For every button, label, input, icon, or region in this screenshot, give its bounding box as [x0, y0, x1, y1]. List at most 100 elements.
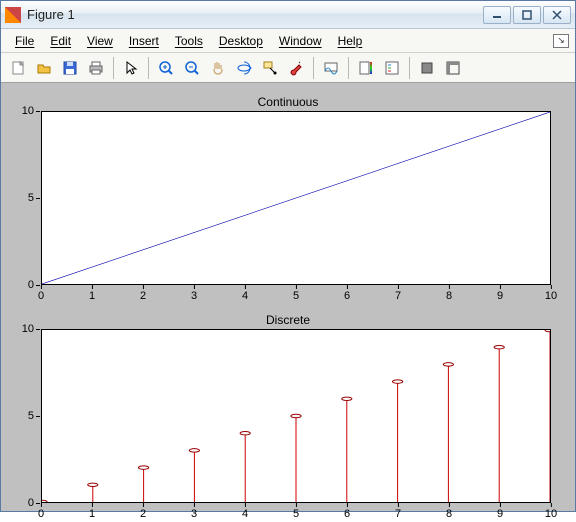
zoom-in-button[interactable]: [154, 56, 178, 80]
new-figure-button[interactable]: [6, 56, 30, 80]
x-tick-label: 0: [38, 290, 44, 302]
legend-button[interactable]: [380, 56, 404, 80]
x-tick-label: 4: [242, 508, 248, 520]
chart-title-continuous: Continuous: [9, 95, 567, 109]
toolbar: [1, 53, 575, 83]
minimize-button[interactable]: [483, 6, 511, 24]
open-button[interactable]: [32, 56, 56, 80]
maximize-icon: [522, 10, 532, 20]
close-button[interactable]: [543, 6, 571, 24]
titlebar: Figure 1: [1, 1, 575, 29]
window-title: Figure 1: [27, 7, 481, 22]
chart-discrete: Discrete 0510 012345678910: [9, 313, 567, 503]
rotate-3d-button[interactable]: [232, 56, 256, 80]
axes-discrete[interactable]: 0510 012345678910: [41, 329, 551, 503]
separator: [409, 57, 410, 79]
link-icon: [323, 60, 339, 76]
x-tick-label: 0: [38, 508, 44, 520]
x-tick-label: 2: [140, 290, 146, 302]
separator: [113, 57, 114, 79]
rotate-3d-icon: [236, 60, 252, 76]
legend-icon: [384, 60, 400, 76]
data-cursor-button[interactable]: [258, 56, 282, 80]
y-tick-label: 10: [10, 105, 34, 117]
x-tick-label: 6: [344, 290, 350, 302]
zoom-out-icon: [184, 60, 200, 76]
brush-icon: [288, 60, 304, 76]
x-tick-label: 10: [545, 290, 557, 302]
menu-insert[interactable]: Insert: [121, 32, 167, 50]
x-tick-label: 9: [497, 290, 503, 302]
hide-plot-tools-button[interactable]: [415, 56, 439, 80]
x-tick-label: 1: [89, 508, 95, 520]
separator: [348, 57, 349, 79]
x-ticks-continuous: 012345678910: [41, 286, 551, 304]
stem-marker: [189, 449, 199, 452]
y-tick-label: 0: [10, 497, 34, 509]
chart-continuous: Continuous 0510 012345678910: [9, 95, 567, 285]
x-tick-label: 10: [545, 508, 557, 520]
y-tick-label: 0: [10, 279, 34, 291]
y-ticks-discrete: 0510: [10, 329, 40, 503]
x-tick-label: 9: [497, 508, 503, 520]
brush-button[interactable]: [284, 56, 308, 80]
print-icon: [88, 60, 104, 76]
save-icon: [62, 60, 78, 76]
pan-button[interactable]: [206, 56, 230, 80]
menu-file[interactable]: File: [7, 32, 42, 50]
figure-canvas: Continuous 0510 012345678910 Discrete 05…: [1, 83, 575, 511]
zoom-out-button[interactable]: [180, 56, 204, 80]
y-tick-label: 5: [10, 192, 34, 204]
new-figure-icon: [10, 60, 26, 76]
axes-continuous[interactable]: 0510 012345678910: [41, 111, 551, 285]
show-plot-tools-button[interactable]: [441, 56, 465, 80]
stem-marker: [139, 466, 149, 469]
menu-tools[interactable]: Tools: [167, 32, 211, 50]
colorbar-button[interactable]: [354, 56, 378, 80]
x-tick-label: 8: [446, 508, 452, 520]
x-tick-label: 5: [293, 290, 299, 302]
y-tick-label: 10: [10, 323, 34, 335]
open-icon: [36, 60, 52, 76]
stem-marker: [494, 345, 504, 348]
menu-edit[interactable]: Edit: [42, 32, 79, 50]
x-tick-label: 5: [293, 508, 299, 520]
link-plots-button[interactable]: [319, 56, 343, 80]
x-tick-label: 1: [89, 290, 95, 302]
x-tick-label: 8: [446, 290, 452, 302]
x-tick-label: 7: [395, 290, 401, 302]
pan-icon: [210, 60, 226, 76]
menu-desktop[interactable]: Desktop: [211, 32, 271, 50]
colorbar-icon: [358, 60, 374, 76]
stem-marker: [88, 483, 98, 486]
x-tick-label: 2: [140, 508, 146, 520]
stem-marker: [342, 397, 352, 400]
menu-help[interactable]: Help: [330, 32, 371, 50]
edit-plot-button[interactable]: [119, 56, 143, 80]
stem-marker: [545, 330, 550, 332]
separator: [148, 57, 149, 79]
minimize-icon: [492, 11, 502, 19]
menu-view[interactable]: View: [79, 32, 121, 50]
close-icon: [552, 10, 562, 20]
hide-tools-icon: [419, 60, 435, 76]
y-tick-label: 5: [10, 410, 34, 422]
x-tick-label: 3: [191, 290, 197, 302]
window-controls: [481, 6, 571, 24]
figure-window: Figure 1 File Edit View Insert Tools Des…: [0, 0, 576, 512]
print-button[interactable]: [84, 56, 108, 80]
x-tick-label: 6: [344, 508, 350, 520]
menu-window[interactable]: Window: [271, 32, 330, 50]
x-ticks-discrete: 012345678910: [41, 504, 551, 522]
separator: [313, 57, 314, 79]
stem-marker: [42, 500, 47, 502]
chart-title-discrete: Discrete: [9, 313, 567, 327]
dock-button[interactable]: ↘: [553, 34, 569, 48]
zoom-in-icon: [158, 60, 174, 76]
stem-marker: [393, 380, 403, 383]
line-plot: [42, 112, 550, 284]
save-button[interactable]: [58, 56, 82, 80]
x-tick-label: 3: [191, 508, 197, 520]
x-tick-label: 4: [242, 290, 248, 302]
maximize-button[interactable]: [513, 6, 541, 24]
